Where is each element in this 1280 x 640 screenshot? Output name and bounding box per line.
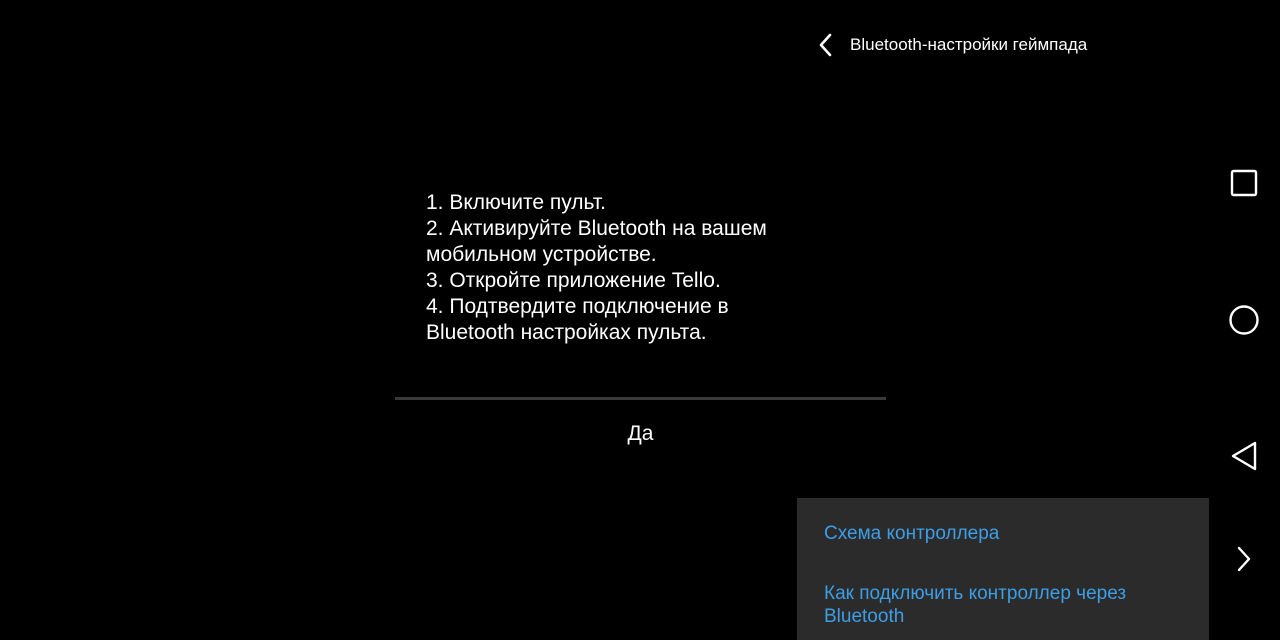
instruction-line: 3. Откройте приложение Tello. — [426, 269, 721, 292]
menu-item-controller-scheme[interactable]: Схема контроллера — [824, 522, 1184, 545]
popup-menu: Схема контроллера Как подключить контрол… — [797, 498, 1209, 640]
instructions-text: 1. Включите пульт. 2. Активируйте Blueto… — [426, 190, 846, 346]
system-back-button[interactable] — [1226, 438, 1262, 474]
chevron-left-icon — [819, 33, 832, 57]
expand-button[interactable] — [1226, 541, 1262, 577]
back-button[interactable] — [812, 28, 838, 62]
recents-button[interactable] — [1226, 165, 1262, 201]
confirm-button[interactable]: Да — [395, 412, 886, 456]
home-button[interactable] — [1226, 302, 1262, 338]
instruction-line: 1. Включите пульт. — [426, 191, 606, 214]
instruction-line: Bluetooth настройках пульта. — [426, 321, 707, 344]
triangle-back-icon — [1231, 441, 1257, 471]
system-navbar — [1208, 0, 1280, 640]
instruction-line: 4. Подтвердите подключение в — [426, 295, 729, 318]
dialog-divider — [395, 397, 886, 400]
instruction-line: 2. Активируйте Bluetooth на вашем — [426, 217, 767, 240]
page-title: Bluetooth-настройки геймпада — [850, 35, 1088, 54]
header: Bluetooth-настройки геймпада — [812, 28, 1087, 62]
square-recents-icon — [1230, 169, 1258, 197]
screen: Bluetooth-настройки геймпада 1. Включите… — [0, 0, 1280, 640]
menu-item-bluetooth-howto[interactable]: Как подключить контроллер через Bluetoot… — [824, 582, 1184, 628]
instruction-line: мобильном устройстве. — [426, 243, 657, 266]
circle-home-icon — [1229, 305, 1259, 335]
chevron-right-icon — [1237, 546, 1251, 572]
instructions-dialog: 1. Включите пульт. 2. Активируйте Blueto… — [395, 190, 886, 445]
